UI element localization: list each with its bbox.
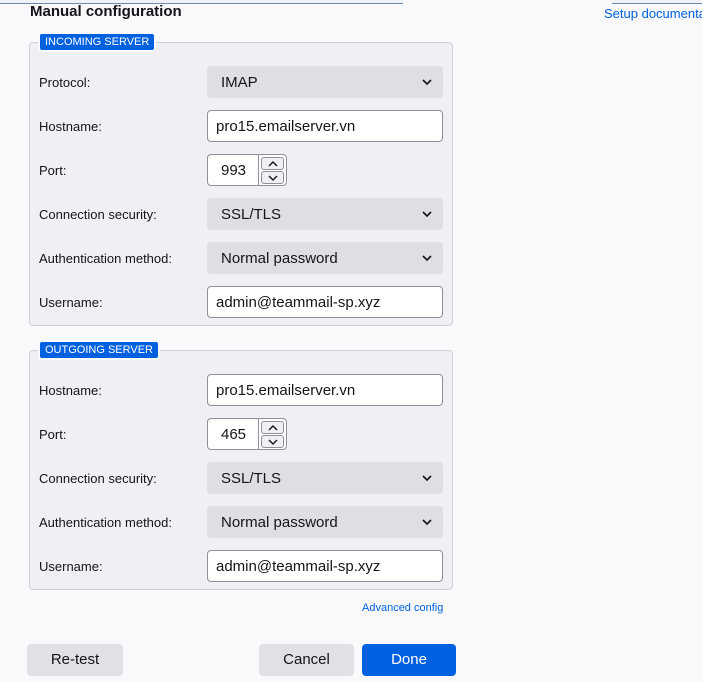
cancel-button[interactable]: Cancel <box>259 644 354 676</box>
outgoing-auth-value: Normal password <box>221 514 338 531</box>
incoming-security-value: SSL/TLS <box>221 206 282 223</box>
outgoing-auth-select[interactable]: Normal password <box>207 506 443 538</box>
advanced-config-link[interactable]: Advanced config <box>362 602 443 614</box>
incoming-server-legend: INCOMING SERVER <box>40 34 155 50</box>
incoming-auth-select[interactable]: Normal password <box>207 242 443 274</box>
outgoing-security-row: Connection security: SSL/TLS <box>30 462 452 494</box>
manual-config-dialog: Manual configuration Setup documentation… <box>0 0 702 682</box>
incoming-port-row: Port: <box>30 154 452 186</box>
outgoing-username-row: Username: <box>30 550 452 582</box>
incoming-port-stepper <box>207 154 287 186</box>
incoming-protocol-value: IMAP <box>221 74 258 91</box>
outgoing-hostname-row: Hostname: <box>30 374 452 406</box>
incoming-hostname-label: Hostname: <box>39 119 102 134</box>
chevron-down-icon <box>422 79 432 86</box>
outgoing-username-label: Username: <box>39 559 103 574</box>
incoming-port-spinner <box>258 154 287 186</box>
outgoing-port-label: Port: <box>39 427 67 442</box>
incoming-port-decrement-button[interactable] <box>261 171 284 184</box>
chevron-down-icon <box>422 519 432 526</box>
outgoing-port-increment-button[interactable] <box>261 421 284 434</box>
incoming-protocol-label: Protocol: <box>39 75 91 90</box>
outgoing-port-input[interactable] <box>207 418 259 450</box>
outgoing-port-row: Port: <box>30 418 452 450</box>
outgoing-security-value: SSL/TLS <box>221 470 282 487</box>
outgoing-hostname-label: Hostname: <box>39 383 102 398</box>
incoming-port-increment-button[interactable] <box>261 157 284 170</box>
incoming-protocol-select[interactable]: IMAP <box>207 66 443 98</box>
chevron-down-icon <box>268 175 278 181</box>
outgoing-port-stepper <box>207 418 287 450</box>
incoming-hostname-row: Hostname: <box>30 110 452 142</box>
outgoing-auth-row: Authentication method: Normal password <box>30 506 452 538</box>
setup-documentation-link[interactable]: Setup documentation <box>604 6 702 21</box>
incoming-port-input[interactable] <box>207 154 259 186</box>
incoming-username-label: Username: <box>39 295 103 310</box>
incoming-auth-label: Authentication method: <box>39 251 172 266</box>
outgoing-port-decrement-button[interactable] <box>261 435 284 448</box>
incoming-hostname-input[interactable] <box>207 110 443 142</box>
outgoing-hostname-input[interactable] <box>207 374 443 406</box>
incoming-server-fieldset: INCOMING SERVER Protocol: IMAP Hostname:… <box>29 34 453 326</box>
outgoing-username-input[interactable] <box>207 550 443 582</box>
incoming-security-select[interactable]: SSL/TLS <box>207 198 443 230</box>
retest-button[interactable]: Re-test <box>27 644 123 676</box>
top-divider-right <box>612 0 702 4</box>
incoming-username-input[interactable] <box>207 286 443 318</box>
outgoing-port-spinner <box>258 418 287 450</box>
chevron-down-icon <box>422 255 432 262</box>
incoming-username-row: Username: <box>30 286 452 318</box>
incoming-protocol-row: Protocol: IMAP <box>30 66 452 98</box>
incoming-security-row: Connection security: SSL/TLS <box>30 198 452 230</box>
chevron-down-icon <box>422 211 432 218</box>
outgoing-security-label: Connection security: <box>39 471 157 486</box>
outgoing-security-select[interactable]: SSL/TLS <box>207 462 443 494</box>
outgoing-server-fieldset: OUTGOING SERVER Hostname: Port: Conn <box>29 342 453 590</box>
done-button[interactable]: Done <box>362 644 456 676</box>
incoming-port-label: Port: <box>39 163 67 178</box>
chevron-down-icon <box>422 475 432 482</box>
chevron-down-icon <box>268 439 278 445</box>
incoming-auth-row: Authentication method: Normal password <box>30 242 452 274</box>
outgoing-auth-label: Authentication method: <box>39 515 172 530</box>
page-title: Manual configuration <box>30 3 182 20</box>
chevron-up-icon <box>268 161 278 167</box>
chevron-up-icon <box>268 425 278 431</box>
outgoing-server-legend: OUTGOING SERVER <box>40 342 158 358</box>
incoming-security-label: Connection security: <box>39 207 157 222</box>
incoming-auth-value: Normal password <box>221 250 338 267</box>
